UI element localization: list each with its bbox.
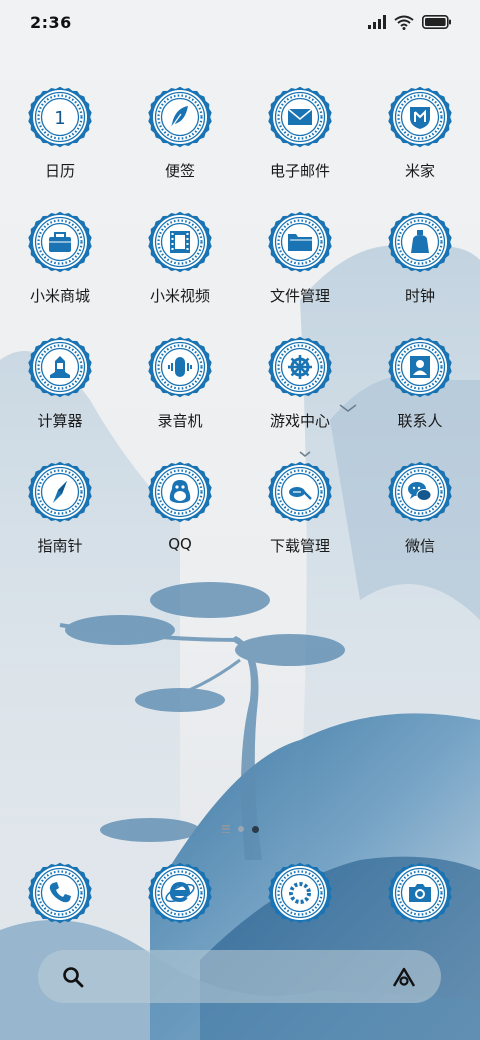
- app-downloads[interactable]: 下载管理: [240, 455, 360, 580]
- shopping-bag-icon: [27, 210, 93, 274]
- app-row: 小米商城 小米视频 文件管理 时钟: [0, 205, 480, 330]
- app-label: 录音机: [157, 412, 203, 430]
- chat-bubbles-icon: [387, 460, 453, 524]
- app-wechat[interactable]: 微信: [360, 455, 480, 580]
- app-recorder[interactable]: 录音机: [120, 330, 240, 455]
- app-label: 联系人: [397, 412, 443, 430]
- app-file-manager[interactable]: 文件管理: [240, 205, 360, 330]
- app-clock[interactable]: 时钟: [360, 205, 480, 330]
- app-label: 电子邮件: [269, 162, 330, 180]
- contact-card-icon: [387, 335, 453, 399]
- signal-icon: [368, 15, 386, 29]
- app-label: 小米商城: [29, 287, 90, 305]
- page-indicator[interactable]: [0, 823, 480, 835]
- app-label: QQ: [168, 535, 192, 553]
- app-mijia[interactable]: 米家: [360, 80, 480, 205]
- app-mi-video[interactable]: 小米视频: [120, 205, 240, 330]
- app-label: 微信: [404, 537, 435, 555]
- svg-text:1: 1: [54, 108, 65, 129]
- app-label: 便签: [164, 162, 195, 180]
- battery-icon: [422, 15, 451, 29]
- app-label: 日历: [44, 162, 75, 180]
- recorder-icon: [147, 335, 213, 399]
- app-label: 游戏中心: [269, 412, 330, 430]
- app-label: 计算器: [37, 412, 83, 430]
- browser-icon: [147, 861, 213, 925]
- mijia-shield-icon: [387, 85, 453, 149]
- bell-icon: [387, 210, 453, 274]
- camera-icon: [387, 861, 453, 925]
- app-email[interactable]: 电子邮件: [240, 80, 360, 205]
- compass-icon: [27, 460, 93, 524]
- app-qq[interactable]: QQ: [120, 455, 240, 580]
- search-bar[interactable]: [38, 950, 441, 1003]
- app-game-center[interactable]: 游戏中心: [240, 330, 360, 455]
- dock: [0, 856, 480, 926]
- app-label: 指南针: [37, 537, 83, 555]
- calendar-icon: 1: [27, 85, 93, 149]
- xiaoai-icon[interactable]: [391, 966, 417, 988]
- app-notes[interactable]: 便签: [120, 80, 240, 205]
- dock-phone[interactable]: [0, 856, 120, 926]
- page-dot: [237, 826, 244, 832]
- folder-icon: [267, 210, 333, 274]
- app-compass[interactable]: 指南针: [0, 455, 120, 580]
- page-dot-active: [251, 825, 259, 833]
- app-calendar[interactable]: 1 日历: [0, 80, 120, 205]
- app-grid: 1 日历 便签 电子邮件 米家 小米商城 小米视频 文件管理 时钟 计算器 录音…: [0, 80, 480, 580]
- phone-icon: [27, 861, 93, 925]
- app-label: 小米视频: [149, 287, 210, 305]
- status-bar: 2:36: [0, 0, 480, 44]
- status-time: 2:36: [30, 12, 72, 32]
- feather-icon: [147, 85, 213, 149]
- app-mi-store[interactable]: 小米商城: [0, 205, 120, 330]
- dock-app-drawer[interactable]: [240, 856, 360, 926]
- app-row: 指南针 QQ 下载管理 微信: [0, 455, 480, 580]
- mail-icon: [267, 85, 333, 149]
- dotted-ring-icon: [267, 861, 333, 925]
- search-icon[interactable]: [62, 966, 84, 988]
- app-label: 文件管理: [269, 287, 330, 305]
- app-label: 时钟: [404, 287, 435, 305]
- app-row: 计算器 录音机 游戏中心 联系人: [0, 330, 480, 455]
- penguin-icon: [147, 460, 213, 524]
- app-label: 下载管理: [269, 537, 330, 555]
- dock-camera[interactable]: [360, 856, 480, 926]
- ship-wheel-icon: [267, 335, 333, 399]
- app-calculator[interactable]: 计算器: [0, 330, 120, 455]
- app-contacts[interactable]: 联系人: [360, 330, 480, 455]
- download-icon: [267, 460, 333, 524]
- feed-page-indicator: [221, 825, 230, 833]
- app-row: 1 日历 便签 电子邮件 米家: [0, 80, 480, 205]
- wifi-icon: [394, 15, 414, 30]
- film-icon: [147, 210, 213, 274]
- calculator-icon: [27, 335, 93, 399]
- dock-browser[interactable]: [120, 856, 240, 926]
- app-label: 米家: [404, 162, 435, 180]
